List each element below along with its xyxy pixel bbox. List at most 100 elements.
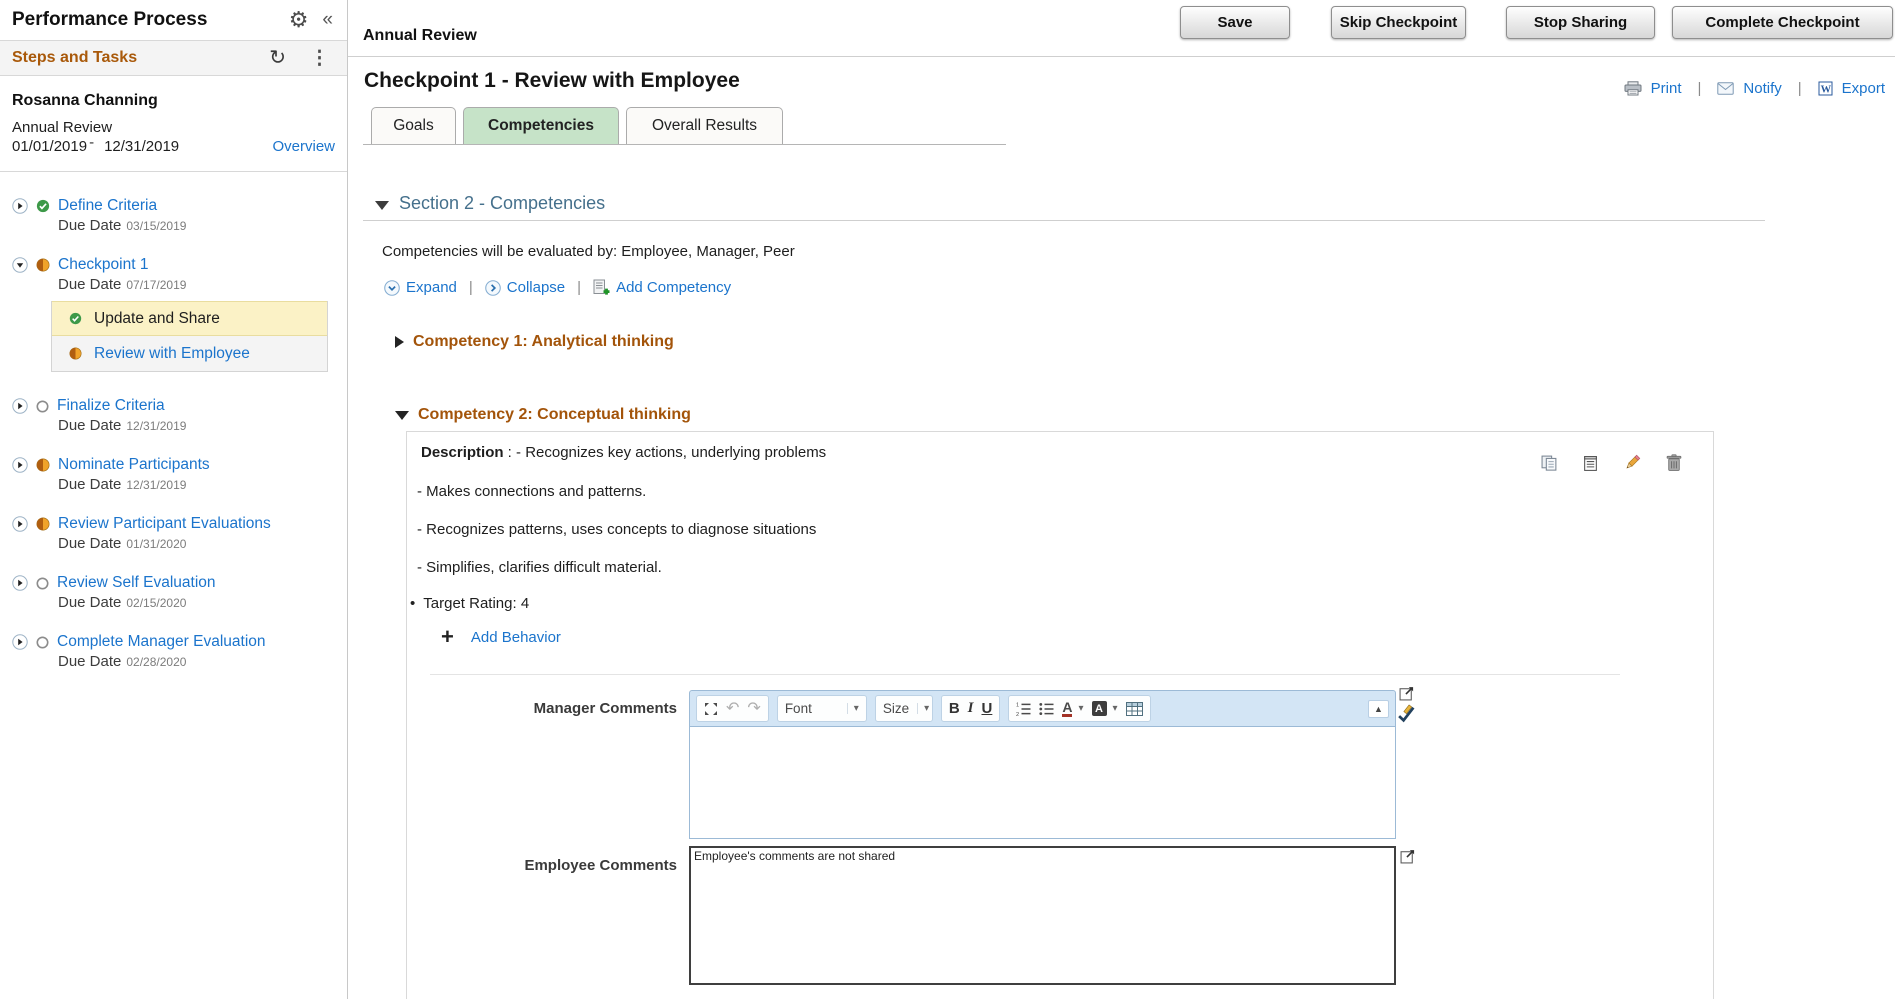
overview-link[interactable]: Overview [272, 138, 335, 155]
status-complete-icon [69, 312, 82, 325]
section-collapse-caret-icon[interactable] [375, 201, 389, 210]
svg-text:W: W [1820, 85, 1831, 96]
step-nominate-participants: Nominate Participants Due Date 12/31/2019 [12, 455, 347, 495]
performance-process-app: Performance Process ⚙ « Steps and Tasks … [0, 0, 1895, 999]
steps-panel-title: Steps and Tasks [12, 49, 138, 66]
step-link[interactable]: Define Criteria [58, 197, 157, 215]
notes-icon[interactable] [1583, 455, 1598, 472]
step-link[interactable]: Review Self Evaluation [57, 574, 216, 592]
save-button[interactable]: Save [1180, 6, 1290, 39]
competency-1-header[interactable]: Competency 1: Analytical thinking [395, 333, 674, 351]
separator: | [1797, 80, 1802, 97]
print-link[interactable]: Print [1651, 80, 1682, 97]
add-behavior-plus-icon[interactable]: + [441, 626, 454, 648]
competency-1-title: Competency 1: Analytical thinking [413, 333, 674, 350]
numbered-list-icon[interactable]: 12 [1016, 702, 1031, 716]
gear-icon[interactable]: ⚙ [289, 9, 309, 31]
due-date-value: 12/31/2019 [126, 478, 187, 492]
separator: | [1697, 80, 1702, 97]
steps-tree: Define Criteria Due Date 03/15/2019 Check… [0, 172, 347, 672]
add-competency-icon[interactable] [593, 279, 610, 296]
delete-trash-icon[interactable] [1666, 454, 1682, 472]
add-behavior-row: + Add Behavior [441, 626, 561, 648]
period-end: 12/31/2019 [104, 138, 180, 155]
employee-comments-textarea[interactable]: Employee's comments are not shared [689, 846, 1396, 985]
step-review-self-evaluation: Review Self Evaluation Due Date 02/15/202… [12, 573, 347, 613]
step-link[interactable]: Checkpoint 1 [58, 256, 148, 274]
expand-editor-icon[interactable] [1399, 685, 1415, 701]
status-not-started-icon [36, 399, 49, 413]
stop-sharing-button[interactable]: Stop Sharing [1506, 6, 1655, 39]
printer-icon[interactable] [1624, 81, 1642, 96]
maximize-icon[interactable] [704, 702, 718, 716]
step-checkpoint-1: Checkpoint 1 Due Date 07/17/2019 Update a… [12, 255, 347, 372]
size-dropdown[interactable]: Size ▾ [874, 695, 933, 722]
collapse-toolbar-button[interactable]: ▲ [1368, 699, 1389, 718]
manager-comments-input[interactable] [689, 727, 1396, 839]
step-review-participant-evaluations: Review Participant Evaluations Due Date 0… [12, 514, 347, 554]
collapse-all-link[interactable]: Collapse [507, 279, 565, 296]
skip-checkpoint-button[interactable]: Skip Checkpoint [1331, 6, 1466, 39]
step-link[interactable]: Review Participant Evaluations [58, 515, 271, 533]
undo-icon[interactable]: ↶ [726, 700, 739, 717]
italic-button[interactable]: I [968, 701, 974, 716]
competency-2-header[interactable]: Competency 2: Conceptual thinking [395, 406, 691, 424]
document-actions: Print | Notify | W Export [1624, 80, 1885, 97]
notify-link[interactable]: Notify [1743, 80, 1781, 97]
svg-text:1: 1 [1016, 702, 1019, 708]
expander-collapsed-icon[interactable] [12, 457, 28, 473]
insert-table-icon[interactable] [1125, 701, 1143, 716]
subtask-update-and-share[interactable]: Update and Share [52, 301, 327, 336]
expand-all-link[interactable]: Expand [406, 279, 457, 296]
description-label: Description [421, 444, 504, 461]
collapse-panel-icon[interactable]: « [322, 9, 333, 31]
notify-envelope-icon[interactable] [1717, 82, 1735, 95]
step-link[interactable]: Nominate Participants [58, 456, 210, 474]
chevron-down-icon: ▾ [917, 703, 929, 714]
refresh-icon[interactable]: ↻ [269, 48, 286, 68]
sidebar-title: Performance Process [12, 9, 208, 30]
expander-collapsed-icon[interactable] [12, 516, 28, 532]
text-color-icon[interactable]: A ▾ [1062, 699, 1084, 718]
complete-checkpoint-button[interactable]: Complete Checkpoint [1672, 6, 1893, 39]
add-competency-link[interactable]: Add Competency [616, 279, 731, 296]
spellcheck-icon[interactable] [1397, 704, 1415, 723]
due-row: Due Date 07/17/2019 [58, 276, 187, 293]
subtask-label: Review with Employee [94, 344, 250, 362]
tab-overall-results[interactable]: Overall Results [626, 107, 783, 144]
expander-expanded-icon[interactable] [12, 257, 28, 273]
tab-goals[interactable]: Goals [371, 107, 456, 144]
checkpoint-subtasks: Update and Share Review with Employee [51, 301, 328, 372]
bold-button[interactable]: B [949, 701, 960, 716]
expander-collapsed-icon[interactable] [12, 634, 28, 650]
bullet-list-icon[interactable] [1039, 702, 1054, 716]
kebab-menu-icon[interactable]: ⋮ [310, 49, 329, 68]
period-start: 01/01/2019 [12, 138, 88, 155]
step-link[interactable]: Complete Manager Evaluation [57, 633, 266, 651]
expand-all-icon[interactable] [384, 279, 400, 296]
export-word-doc-icon[interactable]: W [1818, 81, 1833, 96]
review-period: 01/01/2019 - 12/31/2019 Overview [12, 134, 335, 155]
bg-color-icon[interactable]: A ▾ [1091, 701, 1118, 716]
collapse-all-icon[interactable] [484, 279, 501, 296]
status-in-progress-icon [36, 458, 50, 472]
expander-collapsed-icon[interactable] [12, 575, 28, 591]
expander-collapsed-icon[interactable] [12, 398, 28, 414]
font-dropdown[interactable]: Font ▾ [776, 695, 867, 722]
steps-panel-bar: Steps and Tasks ↻ ⋮ [0, 40, 347, 76]
redo-icon[interactable]: ↷ [747, 700, 760, 717]
due-date-value: 12/31/2019 [126, 419, 187, 433]
tab-competencies[interactable]: Competencies [463, 107, 619, 144]
export-link[interactable]: Export [1842, 80, 1885, 97]
copy-icon[interactable] [1541, 455, 1558, 471]
expand-textarea-icon[interactable] [1400, 848, 1416, 864]
due-date-value: 02/28/2020 [126, 655, 187, 669]
edit-pencil-icon[interactable] [1623, 454, 1641, 472]
step-link[interactable]: Finalize Criteria [57, 397, 165, 415]
expander-collapsed-icon[interactable] [12, 198, 28, 214]
add-behavior-link[interactable]: Add Behavior [471, 629, 561, 646]
subtask-review-with-employee[interactable]: Review with Employee [52, 336, 327, 371]
underline-button[interactable]: U [982, 701, 993, 716]
chevron-down-icon: ▾ [846, 703, 859, 714]
due-date-value: 01/31/2020 [126, 537, 187, 551]
